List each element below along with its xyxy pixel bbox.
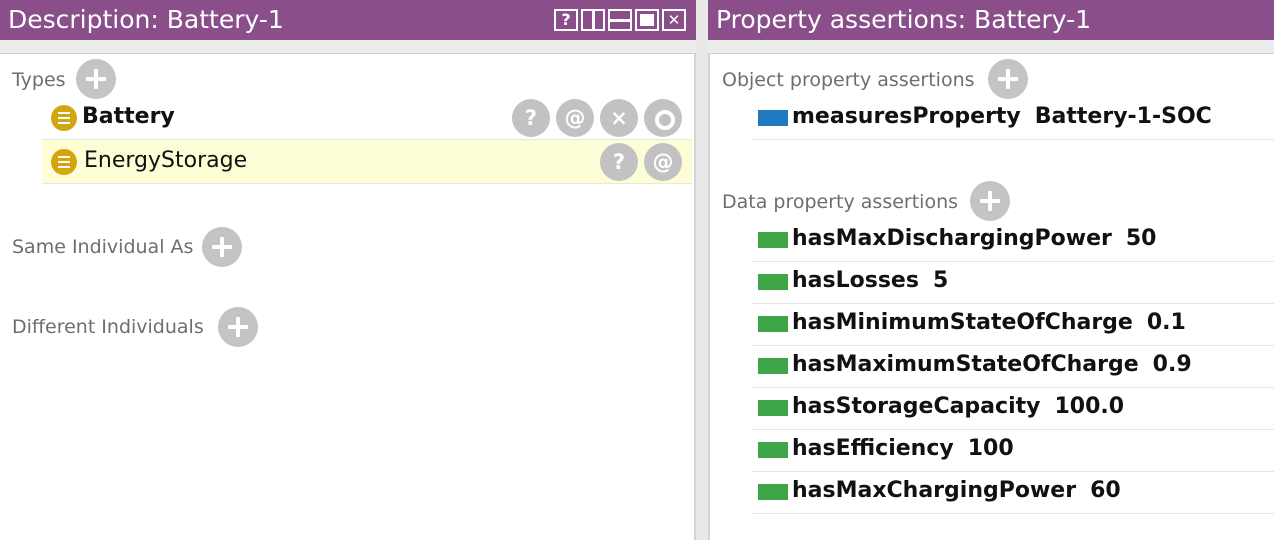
data-property-icon [758, 442, 788, 458]
explain-button[interactable]: ? [512, 99, 550, 137]
data-property-icon [758, 274, 788, 290]
add-different-individual-button[interactable] [218, 307, 258, 347]
object-property-text: measuresProperty Battery-1-SOC [792, 104, 1212, 129]
data-property-label: Data property assertions [722, 191, 959, 213]
panel-border [694, 54, 696, 540]
maximize-icon[interactable] [635, 9, 659, 31]
data-property-icon [758, 484, 788, 500]
annotate-button[interactable]: @ [556, 99, 594, 137]
property-value: 5 [932, 268, 949, 293]
data-property-icon [758, 232, 788, 248]
data-property-text: hasStorageCapacity 100.0 [792, 394, 1124, 419]
class-icon [51, 105, 77, 131]
panel-separator [0, 40, 696, 54]
explain-button[interactable]: ? [600, 143, 638, 181]
property-name: measuresProperty [792, 104, 1021, 129]
data-property-icon [758, 316, 788, 332]
object-property-icon [758, 110, 788, 126]
data-property-row[interactable]: hasLosses 5 [752, 260, 1274, 304]
data-property-text: hasMaxChargingPower 60 [792, 478, 1121, 503]
type-name: EnergyStorage [84, 148, 248, 173]
types-label: Types [12, 69, 66, 91]
property-name: hasStorageCapacity [792, 394, 1041, 419]
property-value: 60 [1090, 478, 1121, 503]
data-property-row[interactable]: hasMaximumStateOfCharge 0.9 [752, 344, 1274, 388]
property-value: 0.9 [1152, 352, 1192, 377]
panel-separator [708, 40, 1274, 54]
data-property-row[interactable]: hasMaxDischargingPower 50 [752, 218, 1274, 262]
data-property-icon [758, 400, 788, 416]
data-property-row[interactable]: hasMinimumStateOfCharge 0.1 [752, 302, 1274, 346]
property-value: 100.0 [1054, 394, 1125, 419]
class-icon [51, 149, 77, 175]
same-individual-label: Same Individual As [12, 236, 194, 258]
add-type-button[interactable] [76, 59, 116, 99]
property-assertions-title: Property assertions: Battery-1 [716, 5, 1092, 34]
data-property-text: hasMaxDischargingPower 50 [792, 226, 1156, 251]
data-property-row[interactable]: hasStorageCapacity 100.0 [752, 386, 1274, 430]
data-property-text: hasEfficiency 100 [792, 436, 1014, 461]
property-assertions-panel: Property assertions: Battery-1 Object pr… [708, 0, 1274, 540]
property-name: hasMaxDischargingPower [792, 226, 1112, 251]
property-value: 100 [967, 436, 1014, 461]
split-view-icon[interactable] [581, 9, 605, 31]
property-assertions-titlebar: Property assertions: Battery-1 [708, 0, 1274, 40]
help-icon[interactable] [554, 9, 578, 31]
object-property-row[interactable]: measuresProperty Battery-1-SOC [752, 96, 1274, 140]
minimize-icon[interactable] [608, 9, 632, 31]
property-name: hasEfficiency [792, 436, 954, 461]
data-property-text: hasLosses 5 [792, 268, 948, 293]
data-property-icon [758, 358, 788, 374]
data-property-row[interactable]: hasMaxChargingPower 60 [752, 470, 1274, 514]
delete-button[interactable]: × [600, 99, 638, 137]
data-property-row[interactable]: hasEfficiency 100 [752, 428, 1274, 472]
close-icon[interactable] [662, 9, 686, 31]
add-data-property-button[interactable] [970, 181, 1010, 221]
data-property-text: hasMaximumStateOfCharge 0.9 [792, 352, 1192, 377]
type-row-energystorage[interactable]: EnergyStorage ? @ [42, 140, 692, 184]
add-object-property-button[interactable] [988, 59, 1028, 99]
property-value: 0.1 [1146, 310, 1186, 335]
panel-border [708, 54, 710, 540]
description-title: Description: Battery-1 [8, 5, 284, 34]
edit-icon[interactable] [644, 99, 682, 137]
data-property-text: hasMinimumStateOfCharge 0.1 [792, 310, 1186, 335]
object-property-label: Object property assertions [722, 69, 975, 91]
description-titlebar: Description: Battery-1 [0, 0, 696, 40]
type-row-battery[interactable]: Battery ? @ × [42, 96, 692, 140]
different-individuals-label: Different Individuals [12, 316, 204, 338]
window-controls [554, 9, 686, 31]
property-name: hasMinimumStateOfCharge [792, 310, 1133, 335]
description-panel: Description: Battery-1 Types Battery ? @… [0, 0, 696, 540]
property-name: hasMaxChargingPower [792, 478, 1077, 503]
property-name: hasLosses [792, 268, 919, 293]
property-value: 50 [1125, 226, 1157, 251]
property-value: Battery-1-SOC [1034, 104, 1212, 129]
annotate-button[interactable]: @ [644, 143, 682, 181]
property-name: hasMaximumStateOfCharge [792, 352, 1139, 377]
type-name: Battery [82, 104, 175, 129]
add-same-individual-button[interactable] [202, 227, 242, 267]
